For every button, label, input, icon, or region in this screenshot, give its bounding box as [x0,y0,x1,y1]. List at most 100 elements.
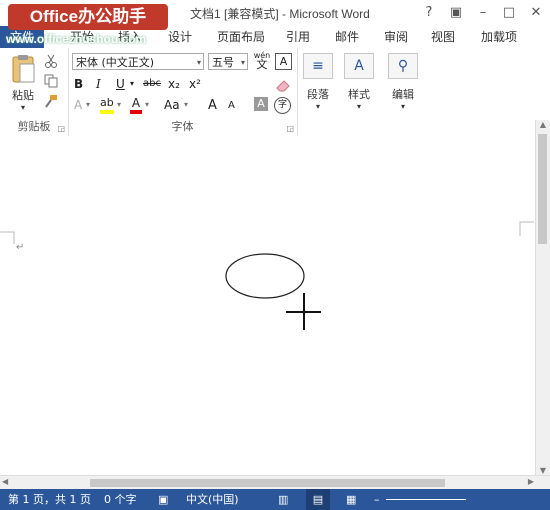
scroll-up-icon[interactable]: ▲ [536,120,550,129]
scroll-down-icon[interactable]: ▼ [536,466,550,475]
scissors-icon [45,54,57,68]
chevron-down-icon: ▾ [315,102,320,111]
scroll-left-icon[interactable]: ◀ [2,477,8,486]
chevron-down-icon: ▾ [400,102,405,111]
tab-review[interactable]: 审阅 [384,28,408,45]
print-layout-icon[interactable]: ▤ [306,489,330,510]
watermark-url: www.officezhushou.com [6,32,147,46]
paste-button[interactable]: 粘贴 ▾ [6,54,40,112]
styles-icon: A [344,53,374,79]
chevron-down-icon[interactable]: ▾ [184,100,188,109]
bold-button[interactable]: B [74,77,83,91]
clipboard-icon [12,55,35,83]
paragraph-label: 段落 [307,88,329,101]
subscript-button[interactable]: x₂ [168,77,180,91]
zoom-out-icon[interactable]: – [374,489,380,510]
zoom-slider[interactable] [386,499,466,500]
phonetic-char: 文 [256,58,268,71]
editing-label: 编辑 [392,88,414,101]
web-layout-icon[interactable]: ▦ [346,489,356,510]
paste-dropdown-icon: ▾ [20,103,25,112]
font-launcher-icon[interactable]: ◲ [286,124,294,133]
copy-icon [44,74,58,88]
horizontal-scroll-thumb[interactable] [90,479,445,487]
tab-view[interactable]: 视图 [431,28,455,45]
cut-button[interactable] [44,54,58,71]
font-color-button[interactable]: A [130,96,142,114]
paragraph-button[interactable]: ≡ 段落 ▾ [301,53,335,111]
copy-button[interactable] [44,74,58,91]
character-border-button[interactable]: A [275,53,292,70]
paragraph-icon: ≡ [303,53,333,79]
oval-shape[interactable] [225,253,305,299]
proofing-icon[interactable]: ▣ [158,489,168,510]
highlight-button[interactable]: ab [100,96,114,114]
styles-label: 样式 [348,88,370,101]
strikethrough-button[interactable]: abc [143,78,161,89]
font-group: 宋体 (中文正文) ▾ 五号 ▾ wén 文 A B I U ▾ abc x₂ … [68,48,298,136]
vertical-scrollbar[interactable]: ▲ ▼ [535,120,550,475]
shrink-font-button[interactable]: A [228,100,235,111]
watermark-logo: Office办公助手 [8,4,168,30]
underline-button[interactable]: U [116,77,125,91]
close-button[interactable]: ✕ [525,3,547,23]
change-case-button[interactable]: Aa [164,98,180,112]
chevron-down-icon[interactable]: ▾ [86,100,90,109]
restore-button[interactable]: □ [498,3,520,23]
vertical-scroll-thumb[interactable] [538,134,547,244]
tab-add-ins[interactable]: 加载项 [481,28,517,45]
grow-font-button[interactable]: A [208,98,217,113]
font-name-combo[interactable]: 宋体 (中文正文) ▾ [72,53,204,70]
chevron-down-icon[interactable]: ▾ [145,100,149,109]
word-count[interactable]: 0 个字 [104,489,137,510]
styles-button[interactable]: A 样式 ▾ [342,53,376,111]
window-title: 文档1 [兼容模式] - Microsoft Word [190,7,370,21]
scroll-right-icon[interactable]: ▶ [528,477,534,486]
horizontal-scrollbar[interactable]: ◀ ▶ [0,475,550,490]
language-indicator[interactable]: 中文(中国) [186,489,239,510]
margin-mark-right [519,221,534,236]
chevron-down-icon: ▾ [240,58,245,67]
binoculars-icon: ⚲ [388,53,418,79]
ruler [0,136,536,151]
font-size-value: 五号 [212,56,234,69]
document-canvas [0,221,534,330]
paragraph-group: ≡ 段落 ▾ [297,48,337,136]
eraser-icon [276,80,290,92]
paste-label: 粘贴 [12,89,34,102]
tab-design[interactable]: 设计 [168,28,192,45]
clipboard-launcher-icon[interactable]: ◲ [57,124,65,133]
tab-page-layout[interactable]: 页面布局 [217,28,265,45]
tab-references[interactable]: 引用 [286,28,310,45]
document-page[interactable]: ↵ [0,150,536,475]
ribbon-display-options-button[interactable]: ▣ [445,3,467,23]
superscript-button[interactable]: x² [189,77,201,91]
text-effects-button[interactable]: A [74,98,82,112]
status-bar: 第 1 页，共 1 页 0 个字 ▣ 中文(中国) ▥ ▤ ▦ – [0,489,550,510]
ribbon: 粘贴 ▾ 剪贴板 ◲ 宋体 (中文正文) ▾ 五号 ▾ wén 文 A B I [0,48,550,137]
page-count[interactable]: 第 1 页，共 1 页 [8,489,91,510]
chevron-down-icon[interactable]: ▾ [130,79,134,88]
editing-button[interactable]: ⚲ 编辑 ▾ [386,53,420,111]
italic-button[interactable]: I [96,77,101,91]
help-button[interactable]: ? [418,3,440,23]
margin-mark-left [0,231,15,244]
clear-formatting-button[interactable] [275,78,291,95]
minimize-button[interactable]: – [472,3,494,23]
clipboard-group: 粘贴 ▾ 剪贴板 ◲ [0,48,69,136]
character-shading-button[interactable]: A [254,97,268,111]
font-group-label: 字体 [171,120,194,133]
read-mode-icon[interactable]: ▥ [278,489,288,510]
styles-group: A 样式 ▾ [337,48,381,136]
editing-group: ⚲ 编辑 ▾ [381,48,425,136]
brush-icon [45,95,57,108]
paragraph-mark: ↵ [16,242,25,253]
font-name-value: 宋体 (中文正文) [76,56,155,69]
chevron-down-icon[interactable]: ▾ [117,100,121,109]
tab-mailings[interactable]: 邮件 [335,28,359,45]
enclose-characters-button[interactable]: 字 [274,97,291,114]
phonetic-guide-button[interactable]: wén 文 [252,51,272,71]
format-painter-button[interactable] [44,94,58,111]
font-size-combo[interactable]: 五号 ▾ [208,53,248,70]
chevron-down-icon: ▾ [196,58,201,67]
